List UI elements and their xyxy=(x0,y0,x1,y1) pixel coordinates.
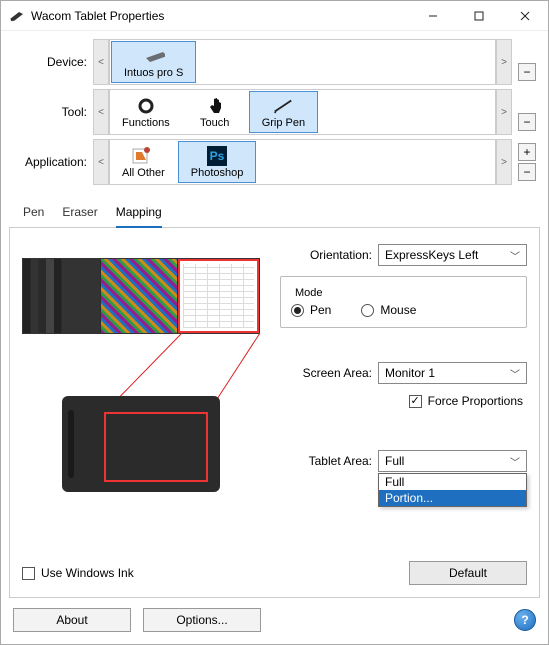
radio-icon xyxy=(291,304,304,317)
tool-prev-button[interactable]: < xyxy=(93,89,109,135)
device-label: Device: xyxy=(13,55,93,69)
orientation-value: ExpressKeys Left xyxy=(385,248,478,262)
about-button[interactable]: About xyxy=(13,608,131,632)
tablet-area-option-full[interactable]: Full xyxy=(379,474,526,490)
help-button[interactable]: ? xyxy=(514,609,536,631)
tablet-area-dropdown: Full Portion... xyxy=(378,473,527,507)
chevron-down-icon: ﹀ xyxy=(510,248,520,263)
pen-icon xyxy=(272,96,294,116)
monitor-preview-3-active xyxy=(178,259,259,333)
touch-icon xyxy=(204,96,226,116)
app-prev-button[interactable]: < xyxy=(93,139,109,185)
force-proportions-checkbox[interactable]: ✓ Force Proportions xyxy=(409,394,523,408)
tablet-preview xyxy=(62,396,220,492)
tool-item-grip-pen[interactable]: Grip Pen xyxy=(249,91,318,133)
gear-icon xyxy=(135,96,157,116)
radio-label: Mouse xyxy=(380,303,416,317)
monitor-preview-2 xyxy=(101,259,179,333)
radio-label: Pen xyxy=(310,303,331,317)
all-other-icon xyxy=(132,146,154,166)
application-row: Application: < All Other Ps Photoshop > … xyxy=(13,139,536,185)
tool-item-label: Grip Pen xyxy=(262,117,305,129)
app-item-label: All Other xyxy=(122,167,165,179)
app-icon xyxy=(9,8,25,24)
application-label: Application: xyxy=(13,155,93,169)
app-item-all-other[interactable]: All Other xyxy=(110,140,177,184)
use-windows-ink-checkbox[interactable]: Use Windows Ink xyxy=(22,566,134,580)
tabbar: Pen Eraser Mapping xyxy=(9,199,540,228)
screen-preview xyxy=(22,258,260,334)
spacer xyxy=(518,93,536,111)
tab-pen[interactable]: Pen xyxy=(23,205,44,223)
footer: About Options... ? xyxy=(1,598,548,644)
checkbox-label: Force Proportions xyxy=(428,394,523,408)
tablet-area-label: Tablet Area: xyxy=(280,454,372,468)
tablet-area-select[interactable]: Full ﹀ Full Portion... xyxy=(378,450,527,472)
tablet-area-value: Full xyxy=(385,454,404,468)
device-next-button[interactable]: > xyxy=(496,39,512,85)
checkbox-icon: ✓ xyxy=(409,395,422,408)
radio-icon xyxy=(361,304,374,317)
screen-area-select[interactable]: Monitor 1 ﹀ xyxy=(378,362,527,384)
close-button[interactable] xyxy=(502,1,548,31)
device-row: Device: < Intuos pro S > − xyxy=(13,39,536,85)
device-strip: Intuos pro S xyxy=(109,39,496,85)
app-next-button[interactable]: > xyxy=(496,139,512,185)
device-prev-button[interactable]: < xyxy=(93,39,109,85)
device-remove-button[interactable]: − xyxy=(518,63,536,81)
tablet-icon xyxy=(143,46,165,66)
chevron-down-icon: ﹀ xyxy=(510,366,520,381)
tool-row: Tool: < Functions Touch Grip Pen > − xyxy=(13,89,536,135)
orientation-select[interactable]: ExpressKeys Left ﹀ xyxy=(378,244,527,266)
options-button[interactable]: Options... xyxy=(143,608,261,632)
app-item-label: Photoshop xyxy=(191,167,244,179)
svg-text:Ps: Ps xyxy=(210,149,225,163)
tool-label: Tool: xyxy=(13,105,93,119)
mapping-panel: Orientation: ExpressKeys Left ﹀ Mode Pen… xyxy=(9,228,540,598)
mode-radio-pen[interactable]: Pen xyxy=(291,303,331,317)
tool-remove-button[interactable]: − xyxy=(518,113,536,131)
tablet-active-area xyxy=(104,412,208,482)
mode-label: Mode xyxy=(291,287,327,299)
spacer xyxy=(518,43,536,61)
tool-item-label: Functions xyxy=(122,117,170,129)
monitor-preview-1 xyxy=(23,259,101,333)
tablet-area-option-portion[interactable]: Portion... xyxy=(379,490,526,506)
tab-eraser[interactable]: Eraser xyxy=(62,205,97,223)
app-add-button[interactable]: + xyxy=(518,143,536,161)
mapping-settings: Orientation: ExpressKeys Left ﹀ Mode Pen… xyxy=(280,240,527,492)
app-strip: All Other Ps Photoshop xyxy=(109,139,496,185)
device-item-intuos[interactable]: Intuos pro S xyxy=(111,41,196,83)
selectors: Device: < Intuos pro S > − Tool: < Funct… xyxy=(1,31,548,193)
tool-item-label: Touch xyxy=(200,117,229,129)
app-item-photoshop[interactable]: Ps Photoshop xyxy=(178,141,257,183)
titlebar: Wacom Tablet Properties xyxy=(1,1,548,31)
mode-radio-mouse[interactable]: Mouse xyxy=(361,303,416,317)
checkbox-icon xyxy=(22,567,35,580)
tab-mapping[interactable]: Mapping xyxy=(116,205,162,228)
chevron-down-icon: ﹀ xyxy=(510,454,520,469)
photoshop-icon: Ps xyxy=(206,146,228,166)
tool-item-touch[interactable]: Touch xyxy=(182,90,248,134)
screen-area-label: Screen Area: xyxy=(280,366,372,380)
default-button[interactable]: Default xyxy=(409,561,527,585)
orientation-label: Orientation: xyxy=(280,248,372,262)
tool-next-button[interactable]: > xyxy=(496,89,512,135)
screen-area-value: Monitor 1 xyxy=(385,366,435,380)
app-remove-button[interactable]: − xyxy=(518,163,536,181)
checkbox-label: Use Windows Ink xyxy=(41,566,134,580)
tool-item-functions[interactable]: Functions xyxy=(110,90,182,134)
minimize-button[interactable] xyxy=(410,1,456,31)
device-item-label: Intuos pro S xyxy=(124,67,183,79)
window-title: Wacom Tablet Properties xyxy=(31,9,410,23)
tool-strip: Functions Touch Grip Pen xyxy=(109,89,496,135)
mapping-preview xyxy=(22,240,268,492)
maximize-button[interactable] xyxy=(456,1,502,31)
mode-fieldset: Mode Pen Mouse xyxy=(280,276,527,328)
